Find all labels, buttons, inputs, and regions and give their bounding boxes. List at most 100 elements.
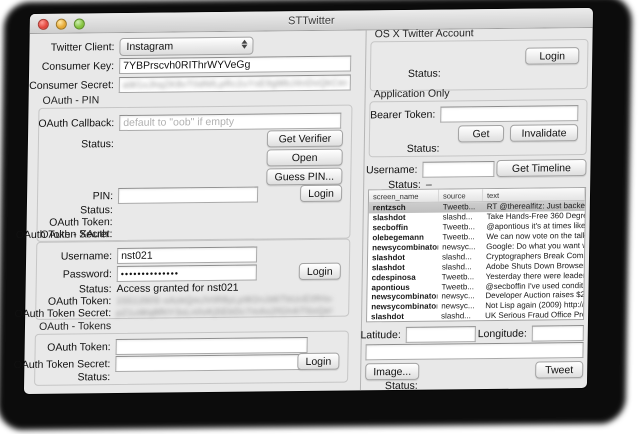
table-cell: RT @therealfitz: Just backed @pa... [486, 201, 585, 212]
table-cell: newsycombinator [371, 301, 438, 312]
consumer-secret-label: Consumer Secret: [29, 78, 114, 92]
get-button[interactable]: Get [457, 124, 505, 143]
table-cell: Yesterday there were leadership c... [485, 270, 584, 281]
xauth-status-label: Status: [78, 283, 112, 296]
xauth-login-button[interactable]: Login [298, 262, 341, 281]
table-cell: slashdot [371, 312, 405, 322]
right-panel: OS X Twitter Account Login Status: Appli… [360, 27, 593, 393]
table-cell: secboffin [372, 223, 409, 233]
xauth-oauth-token-secret-blurred: pZ1uWq8RtY3xLn0vKj5EbDc7mAs2fGh4iT6oQe9w [116, 305, 333, 319]
column-header-text[interactable]: text [482, 188, 586, 202]
timeline-table[interactable]: screen_name source text rentzsch Tweetb... R… [366, 187, 587, 323]
table-cell: slashd... [441, 252, 472, 262]
tokens-status-label: Status: [77, 371, 111, 384]
longitude-input[interactable] [531, 324, 584, 342]
table-cell: apontious [371, 282, 410, 292]
table-cell: slashdot [371, 252, 406, 263]
table-cell: Tweetb... [442, 202, 476, 212]
image-button[interactable]: Image... [365, 362, 420, 381]
table-cell: Tweetb... [441, 281, 475, 292]
oauth-tokens-box: OAuth - Tokens OAuth Token: OAuth Token … [13, 320, 349, 386]
app-window: STTwitter Twitter Client: Instagram Cons… [13, 7, 594, 395]
table-cell: Google: Do what you want with R... [486, 241, 585, 252]
bearer-token-input[interactable] [440, 104, 579, 123]
oauth-tokens-box-title: OAuth - Tokens [38, 320, 112, 333]
table-cell: slashdot [372, 213, 406, 223]
table-cell: newsyc... [442, 242, 476, 252]
get-verifier-button[interactable]: Get Verifier [266, 129, 344, 148]
column-header-screen_name[interactable]: screen_name [368, 189, 440, 203]
oauth-pin-box: OAuth - PIN OAuth Callback: Status: Get … [16, 94, 353, 242]
osx-status-label: Status: [407, 67, 441, 80]
table-cell: We can now vote on the talk prop... [486, 231, 585, 242]
table-cell: slashd... [442, 212, 473, 222]
longitude-label: Longitude: [477, 327, 527, 340]
tokens-login-button[interactable]: Login [297, 352, 340, 371]
osx-account-box-title: OS X Twitter Account [374, 27, 474, 41]
open-button[interactable]: Open [266, 148, 343, 167]
table-cell: @apontious it's at times like this... [486, 221, 585, 232]
table-cell: Cryptographers Break Commonly... [485, 250, 585, 261]
pin-login-button[interactable]: Login [299, 184, 343, 203]
pin-status2-label: Status: [80, 204, 113, 217]
consumer-secret-input[interactable]: aW1xJhqZK8vT0dNfLpRc2uYsE9gMbJ4nDoQkCeeQ… [118, 74, 351, 93]
table-cell: newsyc... [441, 301, 475, 311]
timeline-table-body: rentzsch Tweetb... RT @therealfitz: Just b… [367, 201, 585, 322]
oauth-xauth-box: OAuth - XAuth Username: Password: Login … [14, 228, 351, 321]
timeline-username-input[interactable] [422, 160, 495, 178]
table-cell: newsycombinator [372, 242, 439, 253]
osx-account-box: OS X Twitter Account Login Status: [369, 27, 589, 92]
table-cell: Tweetb... [442, 222, 476, 232]
twitter-client-popup[interactable]: Instagram [119, 36, 254, 56]
compose-status-label: Status: [384, 379, 418, 393]
left-panel: Twitter Client: Instagram Consumer Key: … [13, 30, 366, 394]
table-cell: @secboffin I've used conditional... [485, 280, 584, 291]
pin-input[interactable] [117, 186, 259, 204]
consumer-key-label: Consumer Key: [41, 59, 115, 73]
xauth-password-input[interactable] [116, 264, 257, 282]
table-cell: Developer Auction raises $2.7M f... [485, 290, 584, 301]
popup-arrows-icon [241, 39, 248, 49]
table-row[interactable]: slashdot slashd... UK Serious Fraud Office… [367, 310, 583, 322]
table-cell: Tweetb... [441, 271, 475, 282]
tweet-button[interactable]: Tweet [535, 361, 584, 379]
app-only-status-label: Status: [406, 142, 440, 155]
oauth-xauth-box-title: OAuth - XAuth [40, 228, 109, 241]
table-cell: UK Serious Fraud Office Probes A... [485, 310, 584, 321]
osx-login-button[interactable]: Login [525, 47, 580, 65]
latitude-label: Latitude: [360, 328, 401, 341]
get-timeline-button[interactable]: Get Timeline [496, 159, 587, 177]
table-cell: slashdot [371, 262, 405, 273]
consumer-secret-blurred-value: aW1xJhqZK8vT0dNfLpRc2uYsE9gMbJ4nDoQkCeeQ… [122, 77, 347, 90]
latitude-input[interactable] [405, 325, 476, 343]
guess-pin-button[interactable]: Guess PIN... [266, 167, 343, 186]
window-title: STTwitter [288, 14, 335, 28]
pin-label: PIN: [92, 189, 114, 202]
invalidate-button[interactable]: Invalidate [509, 124, 579, 142]
twitter-client-label: Twitter Client: [50, 40, 115, 54]
table-cell: Adobe Shuts Down Browser Testi... [485, 260, 584, 271]
xauth-username-input[interactable] [116, 246, 258, 264]
table-cell: slashd... [441, 262, 472, 272]
table-cell: newsycombinator [371, 292, 438, 302]
tokens-oauth-token-secret-input[interactable] [115, 353, 308, 372]
table-cell: olebegemann [372, 232, 425, 243]
tokens-oauth-token-secret-label: OAuth Token Secret: [13, 357, 111, 371]
oauth-pin-box-title: OAuth - PIN [42, 94, 100, 107]
xauth-oauth-token-secret-label: OAuth Token Secret: [14, 307, 112, 321]
tokens-oauth-token-label: OAuth Token: [47, 340, 111, 354]
table-cell: cdespinosa [371, 272, 416, 282]
table-cell: newsyc... [441, 291, 475, 302]
application-only-box: Application Only Bearer Token: Get Inval… [368, 87, 588, 158]
pin-status-label: Status: [81, 137, 115, 150]
table-cell: rentzsch [372, 203, 406, 213]
oauth-callback-input[interactable] [119, 112, 342, 131]
column-header-source[interactable]: source [438, 189, 484, 202]
tokens-oauth-token-input[interactable] [115, 336, 308, 355]
consumer-key-input[interactable] [119, 55, 352, 74]
timeline-username-label: Username: [365, 163, 418, 176]
twitter-client-value: Instagram [126, 39, 174, 53]
table-cell: slashd... [441, 311, 471, 321]
table-cell: Tweetb... [442, 232, 475, 242]
tweet-text-input[interactable] [365, 342, 584, 361]
